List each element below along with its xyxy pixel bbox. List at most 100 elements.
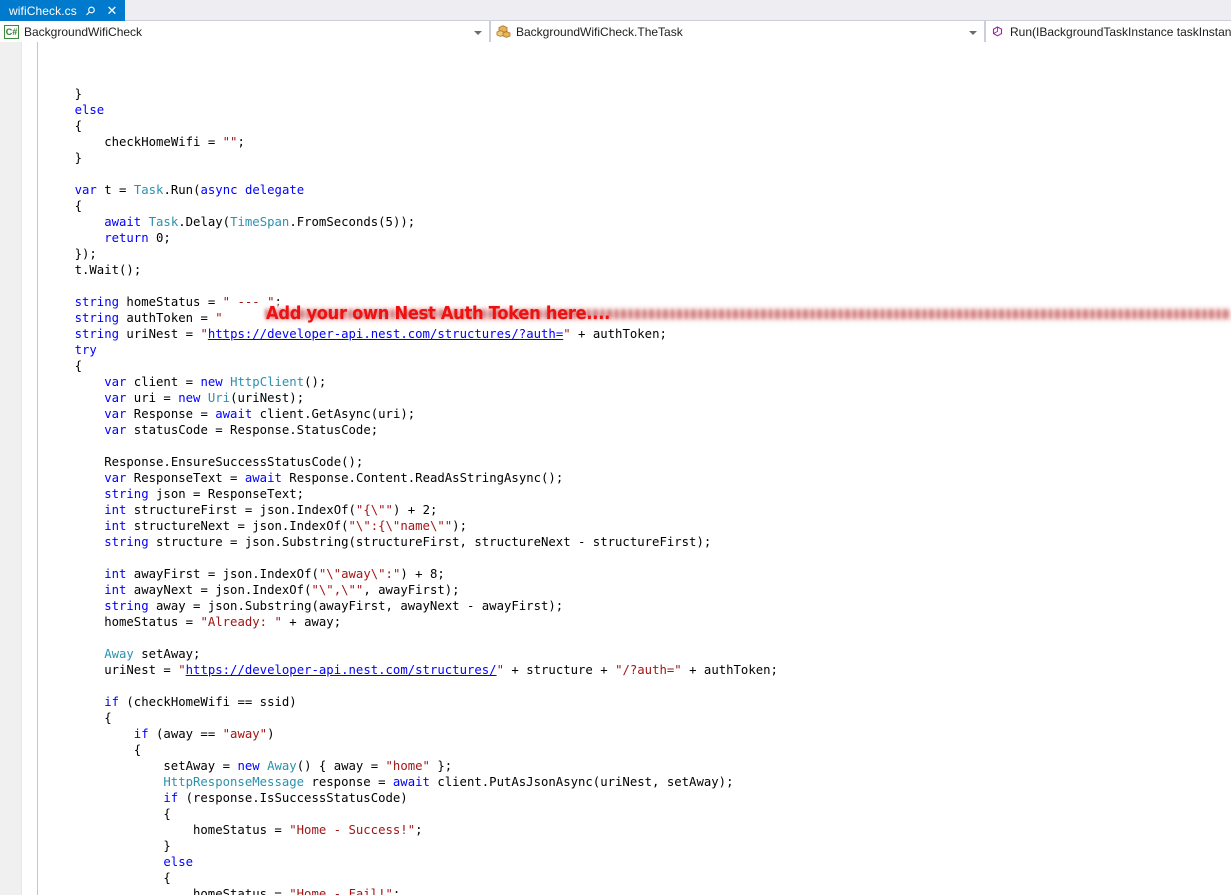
code-token-str: "home": [385, 759, 430, 773]
code-token-kw: var: [104, 391, 127, 405]
class-dropdown[interactable]: BackgroundWifiCheck.TheTask: [490, 21, 985, 42]
code-token-plain: setAway =: [163, 759, 238, 773]
code-token-type: Uri: [207, 391, 231, 405]
code-token-plain: {: [74, 199, 82, 213]
code-token-plain: client.PutAsJsonAsync(uriNest, setAway);: [429, 775, 734, 789]
code-token-str: "/?auth=": [615, 663, 682, 677]
code-token-plain: + away;: [281, 615, 342, 629]
code-token-kw: var: [104, 407, 127, 421]
code-line: homeStatus = "Home - Fail!";: [193, 886, 400, 895]
code-token-str: "Already: ": [200, 615, 282, 629]
code-line: int awayNext = json.IndexOf("\",\"", awa…: [104, 582, 459, 598]
code-line: string homeStatus = " --- ";: [75, 294, 282, 310]
pin-icon[interactable]: ⚲: [83, 2, 99, 18]
code-token-kw: var: [74, 183, 97, 197]
code-token-str: "away": [222, 727, 268, 741]
class-dropdown-label: BackgroundWifiCheck.TheTask: [516, 24, 683, 39]
code-token-plain: setAway;: [133, 647, 201, 661]
code-token-plain: });: [74, 247, 97, 261]
code-token-plain: {: [104, 711, 112, 725]
code-line: string away = json.Substring(awayFirst, …: [104, 598, 563, 614]
code-token-plain: }: [74, 151, 82, 165]
code-token-kw: if: [133, 727, 149, 741]
tab-title: wifiCheck.cs: [9, 3, 77, 18]
code-line: {: [75, 118, 82, 134]
code-token-plain: (away ==: [148, 727, 223, 741]
code-line: var t = Task.Run(async delegate: [75, 182, 305, 198]
code-token-plain: homeStatus =: [193, 823, 290, 837]
code-line: {: [75, 358, 82, 374]
close-icon[interactable]: ✕: [105, 3, 119, 19]
code-token-plain: uri =: [126, 391, 179, 405]
code-token-plain: .FromSeconds(5));: [289, 215, 416, 229]
code-token-plain: ;: [392, 887, 401, 895]
code-token-type: Task: [148, 215, 179, 229]
code-token-plain: ;: [237, 135, 245, 149]
code-token-plain: ;: [415, 823, 423, 837]
code-token-str: ": [215, 311, 223, 325]
code-token-kw: new: [237, 759, 260, 773]
code-token-type: Away: [267, 759, 297, 773]
code-token-str: "": [222, 135, 238, 149]
code-token-str: ": [563, 327, 571, 341]
code-token-str: ": [496, 663, 504, 677]
code-token-plain: (uriNest);: [230, 391, 305, 405]
code-token-kw: else: [163, 855, 194, 869]
code-token-plain: ) + 2;: [392, 503, 438, 517]
code-token-type: Away: [104, 647, 134, 661]
code-token-kw: var: [104, 423, 127, 437]
code-line: {: [163, 806, 170, 822]
code-token-plain: statusCode = Response.StatusCode;: [126, 423, 379, 437]
code-token-kw: new: [200, 375, 223, 389]
code-line: string authToken = ": [75, 310, 223, 326]
member-dropdown[interactable]: Run(IBackgroundTaskInstance taskInstance…: [985, 21, 1231, 42]
chevron-down-icon[interactable]: [969, 30, 977, 35]
code-line: HttpResponseMessage response = await cli…: [163, 774, 733, 790]
code-token-kw: return: [104, 231, 149, 245]
code-line: string uriNest = "https://developer-api.…: [75, 326, 667, 342]
code-token-url[interactable]: https://developer-api.nest.com/structure…: [186, 663, 497, 677]
code-line: }: [75, 86, 82, 102]
code-token-plain: ): [267, 727, 275, 741]
code-token-type: HttpResponseMessage: [163, 775, 305, 789]
code-token-plain: .Run(: [163, 183, 201, 197]
code-line: if (response.IsSuccessStatusCode): [163, 790, 407, 806]
code-token-plain: awayNext = json.IndexOf(: [126, 583, 312, 597]
code-line: try: [75, 342, 97, 358]
code-token-kw: string: [104, 487, 149, 501]
code-editor[interactable]: } else{checkHomeWifi = "";} var t = Task.R…: [0, 42, 1231, 895]
code-token-str: ": [178, 663, 186, 677]
code-token-kw: delegate: [244, 183, 305, 197]
code-token-kw: if: [104, 695, 119, 709]
code-token-plain: ResponseText =: [126, 471, 245, 485]
code-token-plain: homeStatus =: [193, 887, 290, 895]
code-line: Response.EnsureSuccessStatusCode();: [104, 454, 363, 470]
code-token-kw: await: [392, 775, 430, 789]
code-text-area[interactable]: } else{checkHomeWifi = "";} var t = Task.R…: [0, 42, 1231, 895]
code-line: var Response = await client.GetAsync(uri…: [104, 406, 415, 422]
code-line: int structureFirst = json.IndexOf("{\"")…: [104, 502, 437, 518]
code-token-str: ": [200, 327, 208, 341]
code-token-plain: 0;: [148, 231, 171, 245]
code-token-plain: , awayFirst);: [363, 583, 460, 597]
code-line: var ResponseText = await Response.Conten…: [104, 470, 563, 486]
code-token-plain: {: [133, 743, 142, 757]
code-line: });: [75, 246, 97, 262]
code-token-url[interactable]: https://developer-api.nest.com/structure…: [208, 327, 563, 341]
tab-wificheck-cs[interactable]: wifiCheck.cs ⚲ ✕: [0, 0, 125, 21]
chevron-down-icon[interactable]: [474, 30, 482, 35]
code-token-plain: {: [163, 807, 171, 821]
code-line: if (away == "away"): [134, 726, 275, 742]
code-token-kw: else: [74, 103, 105, 117]
code-token-kw: string: [104, 535, 149, 549]
code-token-kw: var: [104, 471, 127, 485]
code-line: else: [163, 854, 193, 870]
code-token-kw: async: [200, 183, 238, 197]
code-token-type: TimeSpan: [230, 215, 290, 229]
code-token-kw: await: [104, 215, 142, 229]
code-token-kw: string: [104, 599, 149, 613]
type-dropdown[interactable]: C# BackgroundWifiCheck: [0, 21, 490, 42]
code-token-kw: int: [104, 583, 127, 597]
code-line: {: [163, 870, 170, 886]
